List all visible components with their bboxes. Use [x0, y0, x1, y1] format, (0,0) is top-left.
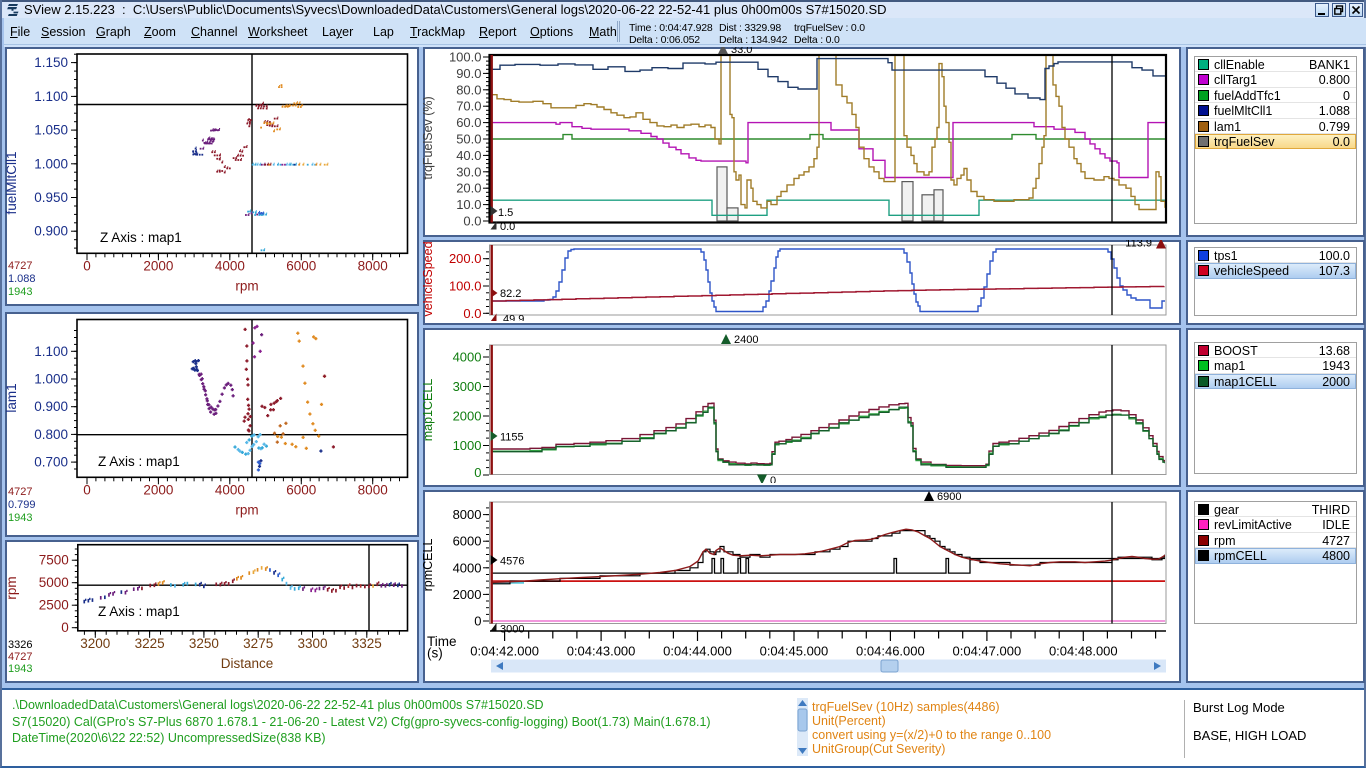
svg-text:0.800: 0.800 [34, 427, 68, 442]
svg-text:6900: 6900 [937, 491, 961, 503]
svg-text:map1CELL: map1CELL [423, 379, 435, 442]
svg-text:4727: 4727 [8, 260, 32, 272]
svg-text:5000: 5000 [39, 575, 69, 590]
svg-text:Z Axis : map1: Z Axis : map1 [98, 604, 180, 619]
svg-text:0:04:44.000: 0:04:44.000 [663, 644, 732, 659]
svg-text:1.000: 1.000 [34, 156, 68, 171]
svg-text:2000: 2000 [143, 258, 173, 273]
svg-text:0.900: 0.900 [34, 224, 68, 239]
svg-text:0: 0 [83, 258, 91, 273]
svg-text:1000: 1000 [453, 438, 482, 453]
svg-text:1.000: 1.000 [34, 372, 68, 387]
svg-text:1.088: 1.088 [8, 273, 36, 285]
svg-text:Z Axis : map1: Z Axis : map1 [98, 454, 180, 469]
svg-text:rpm: rpm [235, 502, 258, 517]
svg-text:4727: 4727 [8, 651, 32, 663]
svg-text:3000: 3000 [453, 379, 482, 394]
svg-text:90.0: 90.0 [456, 66, 481, 81]
svg-text:vehicleSpeed: vehicleSpeed [423, 241, 435, 316]
svg-text:3300: 3300 [297, 636, 327, 651]
svg-text:0:04:42.000: 0:04:42.000 [470, 644, 539, 659]
svg-text:6000: 6000 [453, 534, 482, 549]
svg-text:1.050: 1.050 [34, 123, 68, 138]
svg-text:1943: 1943 [8, 512, 32, 524]
svg-text:0:04:45.000: 0:04:45.000 [760, 644, 829, 659]
svg-text:3200: 3200 [80, 636, 110, 651]
svg-text:0.700: 0.700 [34, 455, 68, 470]
svg-text:4576: 4576 [500, 556, 524, 568]
svg-text:0:04:43.000: 0:04:43.000 [567, 644, 636, 659]
svg-text:lam1: lam1 [5, 383, 19, 412]
svg-text:113.9: 113.9 [1125, 240, 1152, 250]
svg-text:2400: 2400 [734, 334, 758, 346]
svg-text:49.9: 49.9 [503, 314, 524, 322]
svg-text:100.0: 100.0 [449, 279, 482, 294]
svg-text:Z Axis : map1: Z Axis : map1 [100, 230, 182, 245]
svg-text:0:04:48.000: 0:04:48.000 [1049, 644, 1118, 659]
svg-text:3326: 3326 [8, 639, 32, 651]
svg-text:7500: 7500 [39, 553, 69, 568]
svg-text:70.0: 70.0 [456, 99, 481, 114]
svg-text:2000: 2000 [453, 587, 482, 602]
svg-text:50.0: 50.0 [456, 132, 481, 147]
svg-text:(s): (s) [427, 646, 443, 661]
svg-text:0: 0 [61, 620, 69, 635]
svg-text:20.0: 20.0 [456, 181, 481, 196]
svg-text:trqFuelSev (%): trqFuelSev (%) [423, 96, 435, 179]
svg-text:rpmCELL: rpmCELL [423, 539, 435, 592]
svg-text:rpm: rpm [235, 278, 258, 293]
svg-text:0.0: 0.0 [463, 306, 481, 321]
svg-text:0.900: 0.900 [34, 399, 68, 414]
svg-text:1.100: 1.100 [34, 344, 68, 359]
svg-text:6000: 6000 [286, 482, 316, 497]
svg-text:4000: 4000 [453, 350, 482, 365]
svg-text:6000: 6000 [286, 258, 316, 273]
svg-text:33.0: 33.0 [731, 47, 752, 56]
svg-text:82.2: 82.2 [500, 288, 521, 300]
svg-text:2000: 2000 [453, 409, 482, 424]
svg-text:40.0: 40.0 [456, 148, 481, 163]
svg-text:1.100: 1.100 [34, 89, 68, 104]
svg-text:3250: 3250 [189, 636, 219, 651]
svg-text:100.0: 100.0 [449, 50, 482, 65]
svg-text:60.0: 60.0 [456, 115, 481, 130]
svg-text:8000: 8000 [358, 258, 388, 273]
svg-text:0:04:47.000: 0:04:47.000 [953, 644, 1022, 659]
svg-text:1.150: 1.150 [34, 55, 68, 70]
svg-text:1943: 1943 [8, 663, 32, 675]
svg-text:0.0: 0.0 [500, 221, 515, 233]
svg-text:4000: 4000 [215, 258, 245, 273]
svg-text:200.0: 200.0 [449, 251, 482, 266]
svg-text:1155: 1155 [500, 432, 524, 444]
svg-text:4727: 4727 [8, 486, 32, 498]
svg-text:0.950: 0.950 [34, 190, 68, 205]
svg-text:0: 0 [474, 465, 481, 480]
svg-text:rpm: rpm [5, 576, 19, 599]
svg-text:80.0: 80.0 [456, 82, 481, 97]
svg-text:1.5: 1.5 [498, 207, 513, 219]
svg-text:4000: 4000 [215, 482, 245, 497]
svg-text:0: 0 [770, 475, 776, 483]
svg-text:8000: 8000 [453, 507, 482, 522]
svg-text:0.0: 0.0 [463, 214, 481, 229]
svg-text:10.0: 10.0 [456, 197, 481, 212]
svg-text:4000: 4000 [453, 560, 482, 575]
svg-text:fuelMltCll1: fuelMltCll1 [5, 151, 19, 214]
svg-text:0: 0 [474, 614, 481, 629]
svg-text:3275: 3275 [243, 636, 273, 651]
svg-text:2000: 2000 [143, 482, 173, 497]
svg-text:0.799: 0.799 [8, 499, 36, 511]
svg-text:1943: 1943 [8, 286, 32, 298]
svg-text:0:04:46.000: 0:04:46.000 [856, 644, 925, 659]
svg-text:3325: 3325 [352, 636, 382, 651]
svg-text:30.0: 30.0 [456, 164, 481, 179]
svg-text:3000: 3000 [500, 624, 524, 636]
svg-text:2500: 2500 [39, 598, 69, 613]
svg-text:3225: 3225 [135, 636, 165, 651]
svg-text:Distance: Distance [221, 656, 274, 671]
svg-text:8000: 8000 [358, 482, 388, 497]
svg-text:0: 0 [83, 482, 91, 497]
